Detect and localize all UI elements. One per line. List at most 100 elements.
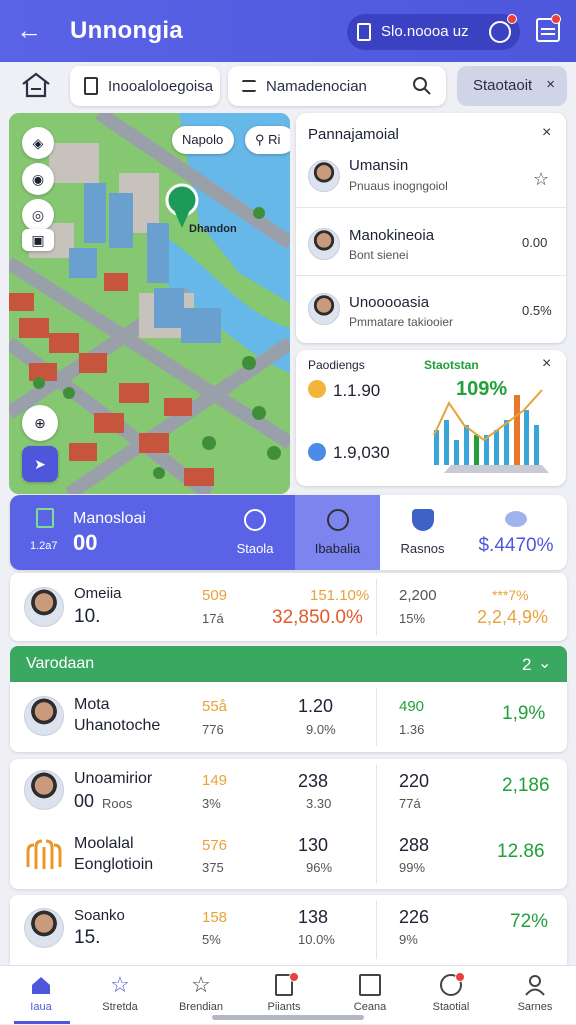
- globe-icon: [308, 443, 326, 461]
- close-icon[interactable]: ×: [542, 355, 551, 373]
- nav-label: Iaua: [30, 1001, 52, 1013]
- nav-label: Ceana: [353, 1001, 387, 1013]
- tab-overview-sub: 1.2a7: [30, 540, 58, 552]
- row-name: Mota: [74, 696, 110, 713]
- tab-ibabalia[interactable]: Ibabalia: [295, 495, 380, 570]
- tab-overview[interactable]: Manosloai 00 1.2a7: [10, 495, 215, 570]
- row-metric-d: 2,2,4,9%: [477, 607, 549, 627]
- summary-tab-strip: Manosloai 00 1.2a7 Staola Ibabalia Rasno…: [10, 495, 567, 570]
- tab-amount-value: $.4470%: [478, 535, 554, 556]
- avatar: [24, 587, 64, 627]
- row-metric-a: 509: [202, 587, 228, 604]
- profile-icon: [525, 975, 545, 996]
- nav-item-staotial[interactable]: Staotial: [410, 966, 492, 1025]
- city-map[interactable]: Napolo ⚲ Ri Dhandon ◈ ◉ ◎ ▣ ⊕ ➤: [9, 113, 290, 494]
- nav-label: Brendian: [178, 1001, 224, 1013]
- divider: [296, 275, 566, 276]
- back-arrow-icon[interactable]: ←: [16, 17, 44, 45]
- section-header[interactable]: Varodaan 2 ⌄: [10, 646, 567, 682]
- nav-item-home[interactable]: Iaua: [0, 966, 82, 1025]
- star-outline-icon: ☆: [191, 972, 211, 997]
- nav-label: Stretda: [102, 1001, 138, 1013]
- close-icon[interactable]: ×: [546, 76, 555, 93]
- people-panel-title: Pannajamoial: [308, 126, 399, 143]
- avatar: [308, 228, 340, 260]
- row-name: Soanko: [74, 907, 125, 924]
- filter-chip[interactable]: Staotaoit ×: [457, 66, 567, 106]
- row-metric-a2: 375: [202, 860, 224, 875]
- row-metric-c2: 77á: [399, 796, 421, 811]
- row-metric-b2: 10.0%: [298, 932, 335, 947]
- tab-rasnos-label: Rasnos: [400, 541, 445, 556]
- row-metric-b2: 32,850.0%: [272, 607, 363, 628]
- close-icon[interactable]: ×: [542, 124, 551, 142]
- row-metric-b: 151.10%: [310, 587, 370, 604]
- layers-icon[interactable]: ◈: [22, 127, 54, 159]
- menu-icon: [242, 80, 256, 92]
- nav-label: Staotial: [432, 1001, 470, 1013]
- location-icon[interactable]: ◉: [22, 163, 54, 195]
- coin-icon: [308, 380, 326, 398]
- tab-amount[interactable]: $.4470%: [465, 495, 567, 570]
- tab-overview-title: Manosloai: [73, 510, 146, 527]
- avatar: [308, 160, 340, 192]
- app-header: ← Unnongia Slo.noooa uz: [0, 0, 576, 62]
- row-metric-c: 220: [399, 771, 430, 791]
- home-indicator: [212, 1015, 364, 1020]
- notification-badge: [289, 972, 299, 982]
- globe-icon[interactable]: ◎: [22, 199, 54, 231]
- search-field-1[interactable]: Inooaloloegoisa: [70, 66, 220, 106]
- row-name: Omeiia: [74, 585, 122, 602]
- search-field-2[interactable]: Namadenocian: [228, 66, 446, 106]
- nav-item-stretda[interactable]: ☆ Stretda: [79, 966, 161, 1025]
- transit-icon[interactable]: ▣: [22, 229, 54, 251]
- map-label-1[interactable]: Napolo: [172, 126, 234, 154]
- coin-icon: [505, 511, 527, 527]
- person-subtitle: Bont sienei: [349, 248, 409, 262]
- row-metric-d: 72%: [510, 911, 549, 932]
- nav-item-sarnes[interactable]: Sarnes: [494, 966, 576, 1025]
- row-metric-d: 1,9%: [502, 703, 546, 724]
- table-row[interactable]: Omeiia 10. 509 17á 151.10% 32,850.0% 2,2…: [10, 573, 567, 641]
- table-row[interactable]: Soanko 15. 158 5% 138 10.0% 226 9% 72%: [10, 895, 567, 965]
- divider: [376, 901, 377, 959]
- chevron-down-icon[interactable]: ⌄: [538, 653, 551, 673]
- directions-icon[interactable]: ➤: [22, 446, 58, 482]
- home-outline-icon[interactable]: [20, 70, 52, 100]
- row-metric-a: 576: [202, 837, 228, 854]
- row-metric-a: 149: [202, 772, 228, 789]
- row-metric-c2: 1.36: [399, 722, 425, 737]
- header-status-pill[interactable]: Slo.noooa uz: [347, 14, 520, 50]
- logo-icon: [26, 839, 62, 869]
- table-row[interactable]: Mota Uhanotoche 55å 776 1.20 9.0% 490 1.…: [10, 682, 567, 752]
- row-metric-b2: 9.0%: [306, 722, 336, 737]
- row-metric-a2: 3%: [202, 796, 221, 811]
- row-name: Unoamirior: [74, 770, 153, 787]
- row-metric-b2: 96%: [306, 860, 333, 875]
- divider: [296, 207, 566, 208]
- star-outline-icon[interactable]: ☆: [533, 169, 549, 190]
- tab-staola[interactable]: Staola: [215, 495, 295, 570]
- row-metric-b2: 3.30: [306, 796, 332, 811]
- row-metric-c: 288: [399, 835, 430, 855]
- divider: [376, 579, 377, 635]
- row-metric-a: 55å: [202, 698, 228, 715]
- row-number: 10.: [74, 606, 101, 627]
- notification-icon[interactable]: [489, 21, 511, 43]
- avatar: [24, 908, 64, 948]
- tab-overview-number: 00: [73, 530, 98, 555]
- search-icon[interactable]: [412, 76, 432, 96]
- row-metric-a2: 17á: [202, 611, 224, 626]
- row-name: Moolalal: [74, 835, 134, 852]
- stats-panel-subtitle: Staotstan: [424, 358, 479, 372]
- page-title: Unnongia: [70, 17, 184, 44]
- locate-me-icon[interactable]: ⊕: [22, 405, 58, 441]
- tab-ibabalia-label: Ibabalia: [314, 541, 361, 556]
- tab-rasnos[interactable]: Rasnos: [380, 495, 465, 570]
- person-name[interactable]: Umansin: [349, 157, 408, 174]
- person-name[interactable]: Unooooasia: [349, 294, 429, 311]
- person-name[interactable]: Manokineoia: [349, 227, 434, 244]
- map-label-2[interactable]: ⚲ Ri: [245, 126, 290, 154]
- row-metric-b: 238: [298, 771, 329, 791]
- document-icon: [84, 77, 98, 95]
